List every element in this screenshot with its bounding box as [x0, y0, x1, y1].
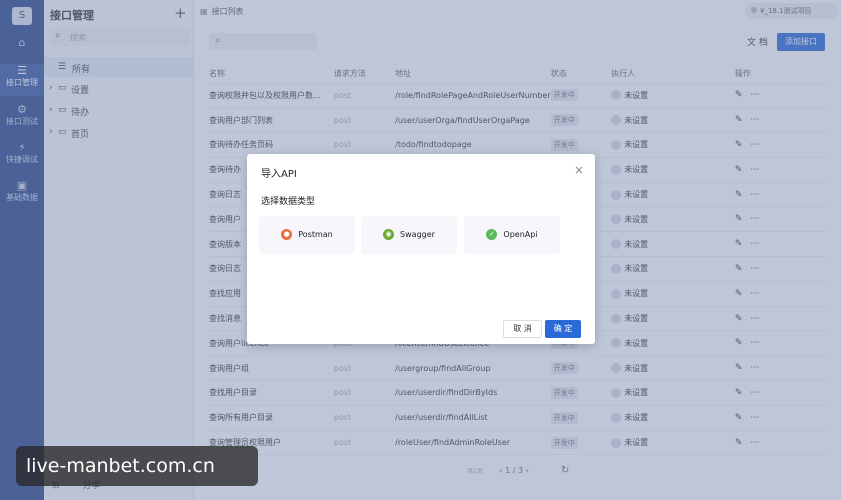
swagger-icon: ◉ [383, 229, 395, 240]
import-api-dialog: 导入API × 选择数据类型 ● Postman ◉ Swagger ✓ OpenApi … [247, 154, 595, 344]
cancel-button[interactable]: 取 消 [503, 320, 542, 338]
type-card-label: Swagger [400, 230, 435, 239]
close-icon[interactable]: × [574, 163, 584, 177]
ok-button[interactable]: 确 定 [545, 320, 581, 338]
type-card-label: OpenApi [503, 230, 538, 239]
type-card-label: Postman [298, 230, 333, 239]
dialog-title: 导入API [261, 169, 297, 180]
type-card-postman[interactable]: ● Postman [259, 216, 355, 254]
watermark: live-manbet.com.cn [16, 446, 258, 486]
postman-icon: ● [281, 229, 293, 240]
dialog-subtitle: 选择数据类型 [261, 197, 316, 207]
type-card-swagger[interactable]: ◉ Swagger [361, 216, 457, 254]
openapi-icon: ✓ [486, 229, 498, 240]
type-card-openapi[interactable]: ✓ OpenApi [464, 216, 560, 254]
